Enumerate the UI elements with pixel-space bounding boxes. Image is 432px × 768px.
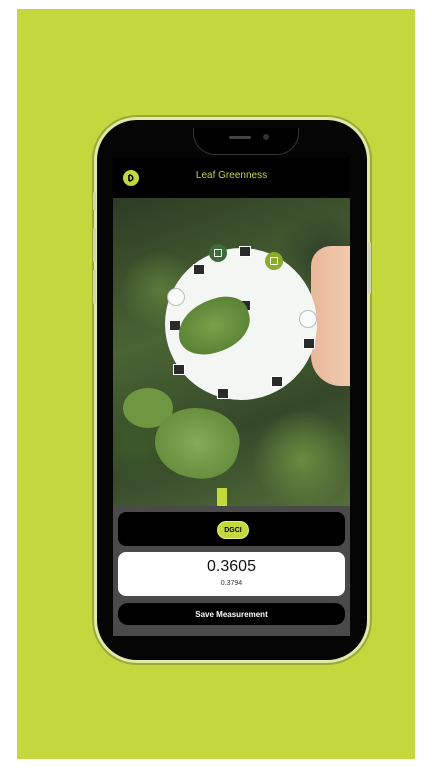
reference-dot-light: [265, 252, 283, 270]
notch: [193, 128, 299, 155]
dgci-chip[interactable]: DGCI: [217, 521, 249, 539]
volume-up-button: [93, 228, 96, 262]
phone-frame: Leaf Greenness DGCI 0.3605 0.3794 Save M…: [93, 120, 371, 660]
results-panel: DGCI 0.3605 0.3794 Save Measurement: [113, 506, 350, 636]
secondary-value: 0.3794: [220, 580, 243, 587]
power-button: [368, 242, 371, 294]
calibration-ring-left: [167, 288, 185, 306]
primary-value: 0.3605: [207, 558, 256, 575]
silent-switch: [93, 192, 96, 210]
save-measurement-button[interactable]: Save Measurement: [118, 603, 345, 625]
volume-down-button: [93, 270, 96, 304]
scan-indicator: [217, 488, 227, 506]
camera-preview[interactable]: [113, 198, 350, 506]
calibration-ring-right: [299, 310, 317, 328]
value-display: 0.3605 0.3794: [118, 552, 345, 596]
fiducial-marker: [193, 264, 205, 275]
app-title: Leaf Greenness: [195, 170, 268, 181]
speaker: [229, 136, 251, 139]
fiducial-marker: [271, 376, 283, 387]
fiducial-marker: [303, 338, 315, 349]
hand-image: [311, 246, 350, 386]
mode-selector: DGCI: [118, 512, 345, 546]
fiducial-marker: [173, 364, 185, 375]
app-bar: Leaf Greenness: [113, 158, 350, 198]
fiducial-marker: [217, 388, 229, 399]
reference-dot-dark: [209, 244, 227, 262]
fiducial-marker: [239, 246, 251, 257]
screen: Leaf Greenness DGCI 0.3605 0.3794 Save M…: [113, 158, 350, 636]
front-camera: [263, 134, 269, 140]
